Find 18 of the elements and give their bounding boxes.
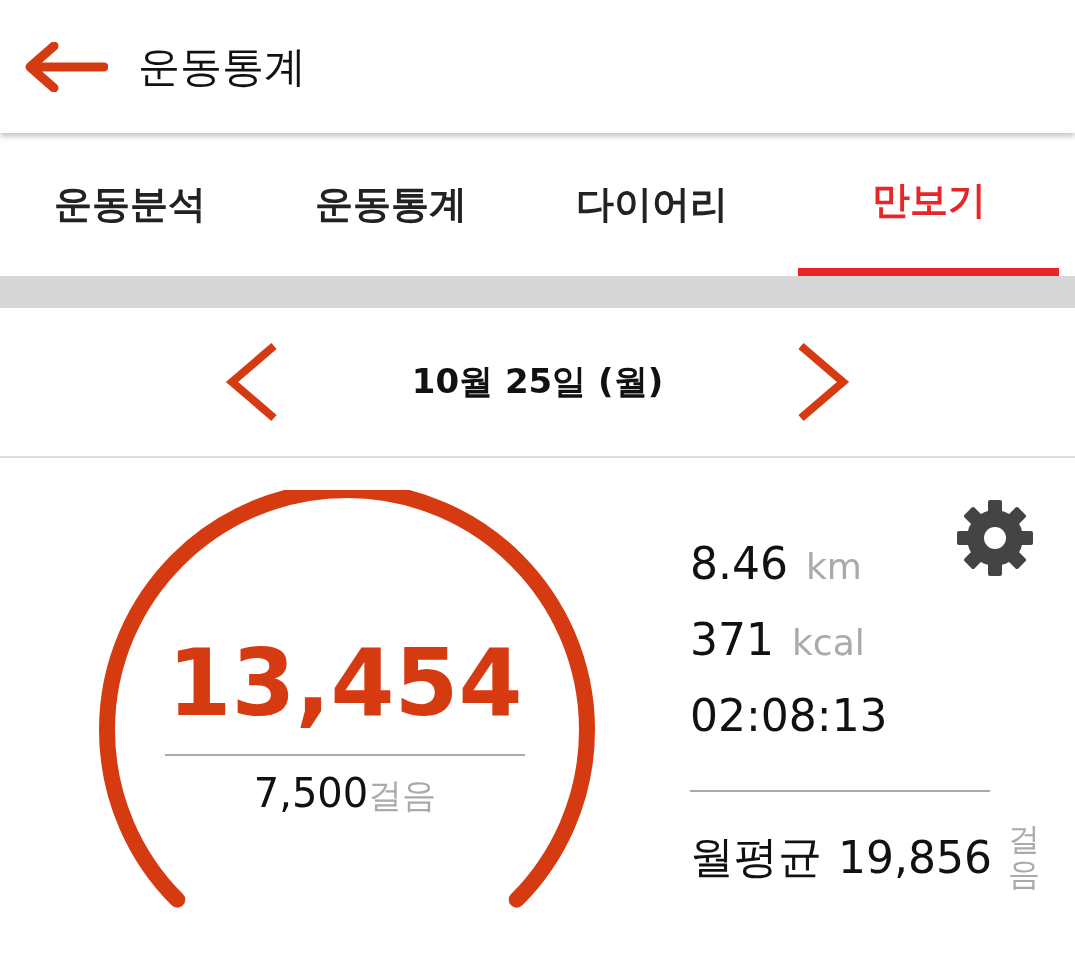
- stat-unit: kcal: [792, 622, 865, 663]
- stat-unit: km: [805, 546, 862, 587]
- tab[interactable]: 운동분석: [0, 133, 261, 276]
- back-arrow-icon[interactable]: [24, 41, 108, 92]
- settings-icon[interactable]: [955, 498, 1035, 578]
- tab[interactable]: 다이어리: [521, 133, 783, 276]
- goal-value: 7,500: [253, 770, 369, 816]
- goal-unit: 걸음: [368, 774, 437, 817]
- monthly-average-value: 19,856: [838, 831, 992, 883]
- stat-value: 02:08:13: [690, 690, 888, 741]
- screen-title: 운동통계: [138, 40, 306, 93]
- monthly-average-label: 월평균: [690, 829, 822, 884]
- monthly-average-unit: 걸음: [1007, 822, 1040, 893]
- stat-value: 8.46: [690, 538, 788, 589]
- step-count: 13,454: [167, 638, 523, 730]
- date-label: 10월 25일 (월): [411, 360, 664, 403]
- stat-value: 371: [690, 614, 774, 665]
- tab[interactable]: 운동통계: [260, 133, 522, 276]
